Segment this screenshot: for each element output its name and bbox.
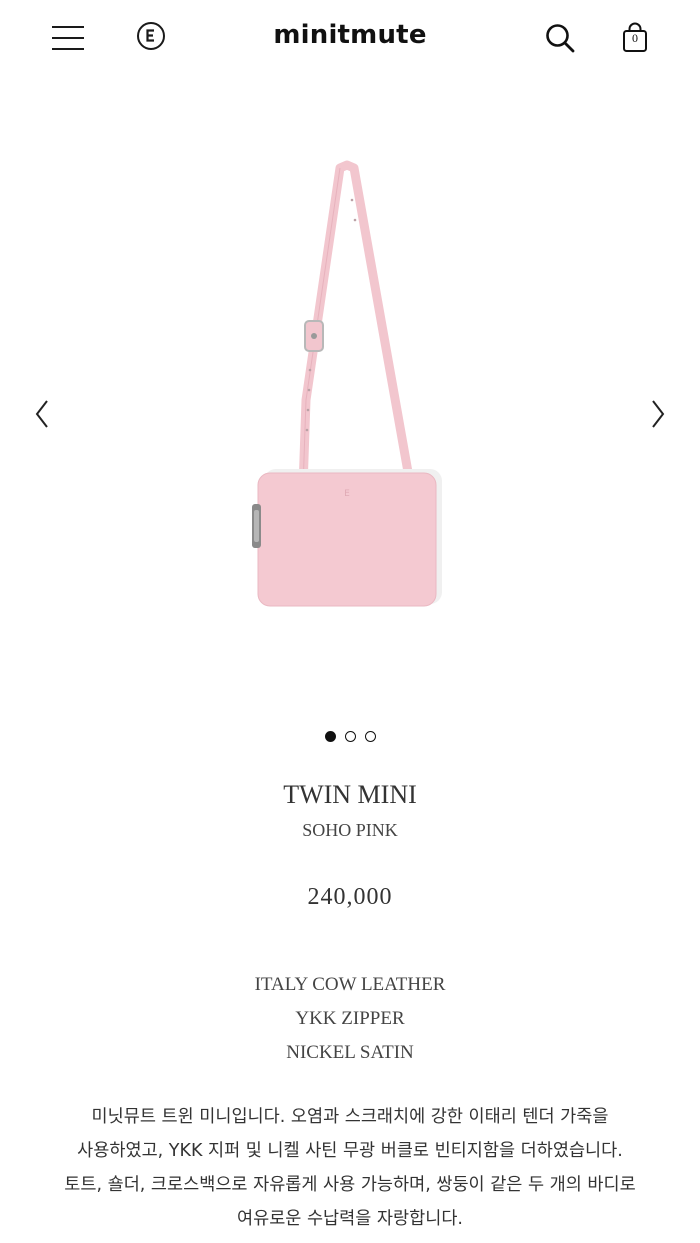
next-slide-arrow-icon[interactable]: [648, 398, 668, 430]
product-price: 240,000: [307, 884, 393, 910]
carousel-pagination: [0, 731, 700, 742]
brand-logo[interactable]: minitmute: [0, 20, 700, 50]
product-color: SOHO PINK: [302, 820, 398, 840]
spec-item: YKK ZIPPER: [295, 1008, 405, 1029]
spec-item: ITALY COW LEATHER: [254, 974, 446, 995]
product-image[interactable]: E: [0, 80, 700, 720]
product-name: TWIN MINI: [283, 780, 417, 809]
cart-count: 0: [632, 31, 638, 45]
carousel-dot-1[interactable]: [324, 731, 336, 742]
spec-item: NICKEL SATIN: [286, 1042, 414, 1063]
search-icon[interactable]: [544, 22, 576, 54]
carousel-dot-3[interactable]: [364, 731, 376, 742]
carousel-dot-2[interactable]: [344, 731, 356, 742]
product-specs: ITALY COW LEATHER YKK ZIPPER NICKEL SATI…: [0, 968, 700, 1070]
previous-slide-arrow-icon[interactable]: [32, 398, 52, 430]
product-description: 미닛뮤트 트윈 미니입니다. 오염과 스크래치에 강한 이태리 텐더 가죽을 사…: [64, 1107, 636, 1229]
svg-text:E: E: [344, 489, 350, 499]
product-bag-illustration: E: [252, 160, 442, 607]
shopping-bag-icon[interactable]: 0: [620, 22, 650, 54]
site-header: minitmute 0: [0, 0, 700, 78]
